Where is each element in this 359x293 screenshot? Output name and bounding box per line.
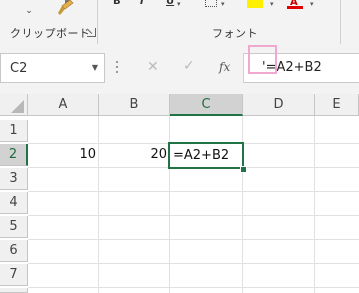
bold-button[interactable]: B — [113, 0, 121, 7]
active-cell-c2[interactable]: =A2+B2 — [168, 142, 244, 169]
ribbon-divider — [97, 0, 98, 44]
ribbon-divider — [340, 0, 341, 44]
row-header-2[interactable]: 2 — [0, 144, 28, 166]
grid-line — [28, 239, 359, 240]
chevron-down-icon[interactable]: ▼ — [92, 63, 98, 72]
resize-grip-icon[interactable] — [116, 61, 119, 75]
row-header-6[interactable]: 6 — [0, 240, 28, 262]
row-header-8[interactable] — [0, 288, 28, 293]
ribbon: ⌄ クリップボード B I U ▾ ▾ ▾ A ▾ フォント — [0, 0, 359, 45]
column-header-d[interactable]: D — [243, 94, 315, 116]
column-header-b[interactable]: B — [99, 94, 170, 116]
chevron-down-icon[interactable]: ▾ — [270, 0, 274, 8]
grid-line — [28, 191, 359, 192]
grid-line — [28, 263, 359, 264]
format-painter-icon[interactable] — [56, 0, 76, 18]
chevron-down-icon[interactable]: ⌄ — [23, 5, 35, 17]
row-header-7[interactable]: 7 — [0, 264, 28, 286]
select-all-icon — [11, 100, 24, 113]
underline-button[interactable]: U — [166, 0, 174, 7]
column-header-a[interactable]: A — [28, 94, 99, 116]
italic-button[interactable]: I — [140, 0, 144, 7]
cell-b2[interactable]: 20 — [99, 144, 170, 166]
cancel-icon[interactable]: ✕ — [147, 59, 159, 75]
enter-icon[interactable]: ✓ — [183, 58, 195, 74]
grid-line — [28, 287, 359, 288]
column-header-c[interactable]: C — [170, 94, 243, 116]
fill-handle[interactable] — [240, 166, 247, 173]
column-header-e[interactable]: E — [315, 94, 359, 116]
dialog-launcher-icon[interactable] — [87, 28, 96, 37]
chevron-down-icon[interactable]: ▾ — [310, 0, 314, 8]
grid-line — [28, 215, 359, 216]
clipboard-group-label: クリップボード — [10, 27, 91, 40]
name-box-value: C2 — [10, 61, 28, 76]
chevron-down-icon[interactable]: ▾ — [221, 0, 225, 8]
highlight-color-icon[interactable] — [247, 0, 263, 8]
insert-function-button[interactable]: fx — [219, 60, 230, 74]
row-header-4[interactable]: 4 — [0, 192, 28, 214]
font-color-swatch — [287, 6, 303, 9]
row-header-5[interactable]: 5 — [0, 216, 28, 238]
row-header-3[interactable]: 3 — [0, 168, 28, 190]
font-group-label: フォント — [212, 27, 258, 40]
apostrophe-highlight — [248, 45, 277, 74]
row-header-1[interactable]: 1 — [0, 120, 28, 142]
chevron-down-icon[interactable]: ▾ — [177, 0, 181, 8]
borders-icon[interactable] — [205, 0, 217, 7]
cell-a2[interactable]: 10 — [28, 144, 99, 166]
name-box[interactable]: C2 ▼ — [0, 53, 105, 83]
